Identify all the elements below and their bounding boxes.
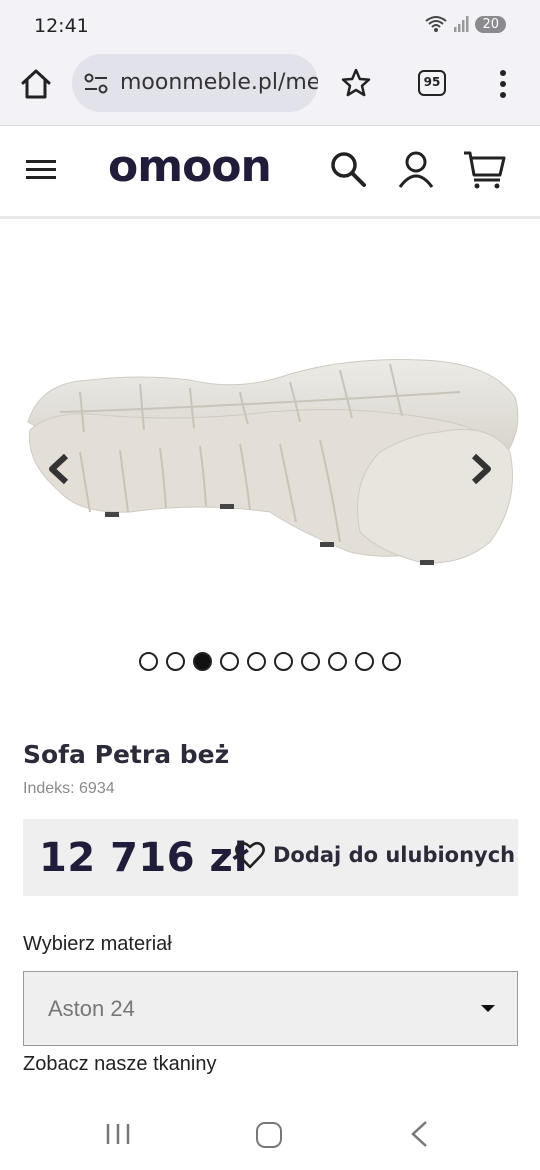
fabrics-link[interactable]: Zobacz nasze tkaniny (23, 1053, 216, 1076)
material-select[interactable]: Aston 24 (23, 971, 518, 1046)
tab-switcher-button[interactable]: 95 (418, 70, 446, 96)
status-bar: 12:41 20 (0, 0, 540, 50)
gallery-prev-icon[interactable] (46, 452, 74, 486)
hamburger-menu-icon[interactable] (26, 157, 58, 183)
user-account-icon[interactable] (396, 149, 436, 189)
recent-apps-icon[interactable] (104, 1122, 132, 1146)
gallery-dot[interactable] (328, 652, 347, 671)
price-box: 12 716 zł Dodaj do ulubionych (23, 819, 518, 896)
gallery-dot[interactable] (355, 652, 374, 671)
site-logo[interactable]: omoon (108, 141, 272, 192)
gallery-dot[interactable] (382, 652, 401, 671)
product-price: 12 716 zł (39, 835, 249, 881)
browser-toolbar: moonmeble.pl/me 95 (0, 50, 540, 126)
site-header: omoon (0, 127, 540, 219)
caret-down-icon (481, 1005, 495, 1012)
bookmark-star-icon[interactable] (340, 67, 372, 99)
add-to-favorites-button[interactable]: Dodaj do ulubionych (235, 841, 515, 869)
more-menu-icon[interactable] (496, 68, 510, 100)
gallery-dot[interactable] (301, 652, 320, 671)
gallery-dot[interactable] (247, 652, 266, 671)
gallery-dot[interactable] (139, 652, 158, 671)
back-nav-icon[interactable] (408, 1120, 430, 1148)
gallery-dot[interactable] (193, 652, 212, 671)
home-icon[interactable] (18, 66, 54, 102)
signal-icon (454, 16, 469, 32)
system-nav-bar (0, 1100, 540, 1170)
heart-icon (235, 841, 265, 869)
material-label: Wybierz materiał (23, 933, 172, 955)
sofa-product-image (27, 359, 519, 565)
search-icon[interactable] (328, 149, 368, 189)
product-index: Indeks: 6934 (23, 780, 115, 797)
status-icons: 20 (425, 15, 506, 33)
wifi-icon (425, 16, 448, 32)
cart-icon[interactable] (462, 149, 506, 191)
product-title: Sofa Petra beż (23, 740, 230, 769)
add-to-favorites-label: Dodaj do ulubionych (273, 843, 516, 867)
home-nav-icon[interactable] (256, 1122, 282, 1148)
gallery-dot[interactable] (274, 652, 293, 671)
site-settings-icon[interactable] (84, 73, 108, 95)
gallery-dot[interactable] (220, 652, 239, 671)
gallery-dot[interactable] (166, 652, 185, 671)
address-bar[interactable]: moonmeble.pl/me (72, 54, 318, 112)
battery-indicator: 20 (475, 15, 506, 33)
status-time: 12:41 (34, 15, 89, 37)
gallery-pagination (0, 652, 540, 671)
product-gallery[interactable] (0, 222, 540, 642)
material-select-value: Aston 24 (48, 996, 135, 1021)
gallery-next-icon[interactable] (466, 452, 494, 486)
url-text: moonmeble.pl/me (120, 70, 318, 95)
